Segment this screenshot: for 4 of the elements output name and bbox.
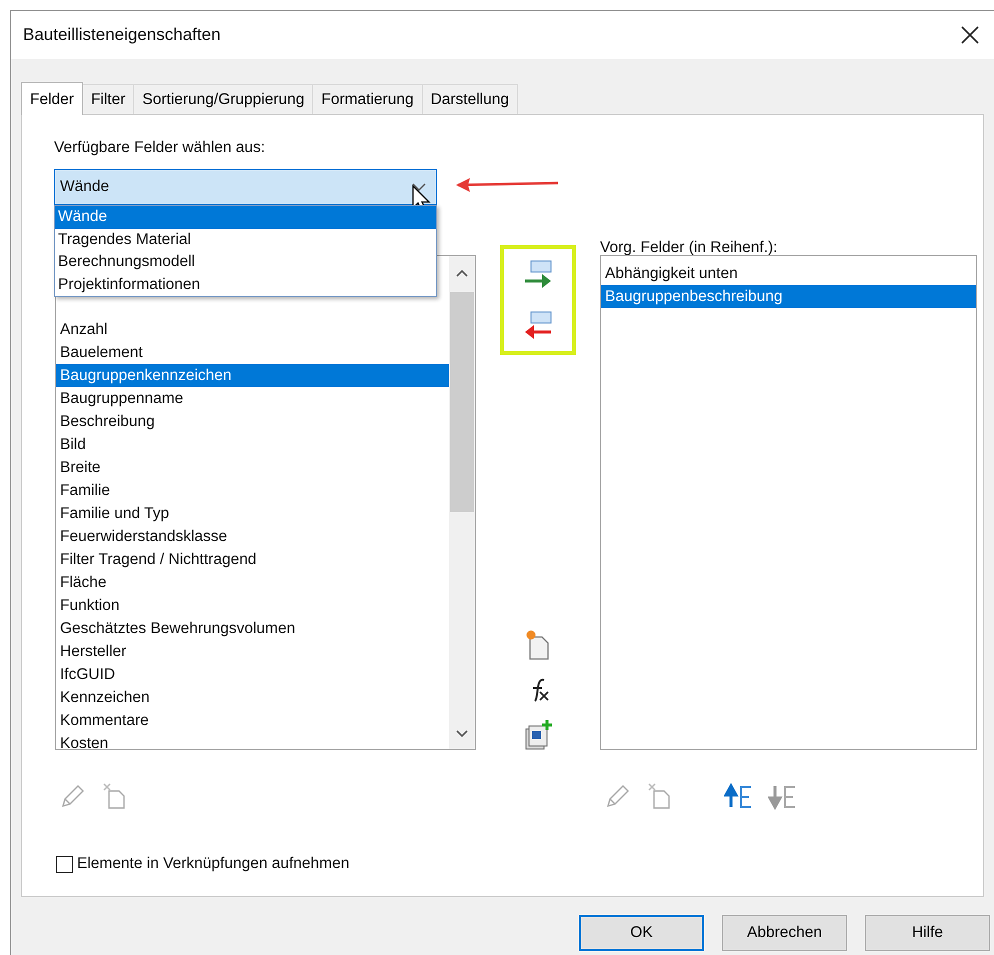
checkbox-label: Elemente in Verknüpfungen aufnehmen <box>77 855 350 873</box>
source-label: Verfügbare Felder wählen aus: <box>54 139 266 158</box>
scheduled-fields-label: Vorg. Felder (in Reihenf.): <box>600 239 778 258</box>
window-title: Bauteillisteneigenschaften <box>23 25 221 45</box>
